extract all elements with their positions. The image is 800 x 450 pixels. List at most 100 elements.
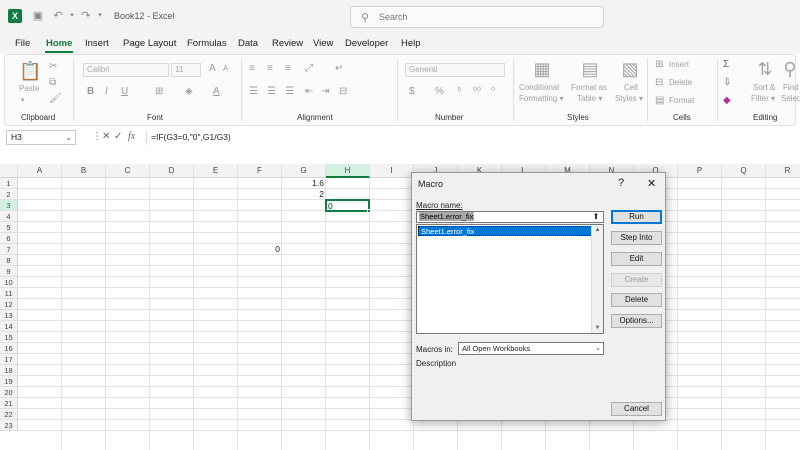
search-box[interactable]: ⚲ Search — [350, 6, 604, 28]
column-header-p[interactable]: P — [678, 164, 722, 178]
copy-icon[interactable]: ⧉ — [49, 77, 56, 89]
align-center-icon[interactable]: ☰ — [267, 86, 276, 98]
format-as-table-label-1[interactable]: Format as — [571, 83, 607, 93]
insert-cells-label[interactable]: Insert — [669, 60, 689, 70]
fill-handle[interactable] — [367, 209, 371, 213]
active-cell-h3[interactable]: 0 — [325, 199, 371, 213]
row-header-16[interactable]: 16 — [0, 343, 18, 354]
percent-icon[interactable]: % — [435, 86, 444, 98]
row-header-9[interactable]: 9 — [0, 266, 18, 277]
options-button[interactable]: Options... — [611, 314, 662, 328]
row-header-7[interactable]: 7 — [0, 244, 18, 255]
tab-review[interactable]: Review — [272, 38, 303, 49]
column-header-e[interactable]: E — [194, 164, 238, 178]
cell-g2[interactable]: 2 — [282, 189, 324, 200]
macros-in-select[interactable]: All Open Workbooks ⌄ — [458, 342, 604, 355]
format-as-table-icon[interactable]: ▤ — [579, 59, 601, 79]
decrease-decimal-icon[interactable]: ⁰ — [491, 86, 495, 98]
format-cells-icon[interactable]: ▤ — [655, 95, 664, 107]
redo-icon[interactable]: ↷ — [80, 10, 92, 22]
close-icon[interactable]: ✕ — [647, 177, 656, 190]
row-header-19[interactable]: 19 — [0, 376, 18, 387]
macro-name-input[interactable]: Sheet1.error_fix — [416, 211, 604, 223]
font-name-box[interactable]: Calibri — [83, 63, 169, 77]
paste-icon[interactable]: 📋 — [19, 61, 41, 81]
insert-cells-icon[interactable]: ⊞ — [655, 59, 663, 71]
italic-icon[interactable]: I — [105, 86, 108, 98]
paste-label[interactable]: Paste — [19, 84, 39, 94]
step-into-button[interactable]: Step Into — [611, 231, 662, 245]
cell-styles-label-2[interactable]: Styles ▾ — [615, 94, 643, 104]
tab-insert[interactable]: Insert — [85, 38, 109, 49]
delete-cells-label[interactable]: Delete — [669, 78, 692, 88]
format-painter-icon[interactable]: 🖌 — [49, 93, 62, 105]
tab-help[interactable]: Help — [401, 38, 421, 49]
more-options-icon[interactable]: ⋮ — [92, 131, 102, 142]
save-icon[interactable]: ▣ — [32, 10, 44, 22]
conditional-formatting-icon[interactable]: ▦ — [531, 59, 553, 79]
paste-dropdown-icon[interactable]: ▾ — [21, 95, 25, 107]
font-color-icon[interactable]: A — [213, 86, 220, 98]
scroll-down-icon[interactable]: ▼ — [592, 323, 603, 333]
orientation-icon[interactable]: ⤢ — [305, 63, 313, 75]
column-header-f[interactable]: F — [238, 164, 282, 178]
tab-page-layout[interactable]: Page Layout — [123, 38, 176, 49]
row-header-2[interactable]: 2 — [0, 189, 18, 200]
confirm-entry-icon[interactable]: ✓ — [114, 131, 122, 142]
align-left-icon[interactable]: ☰ — [249, 86, 258, 98]
worksheet-grid[interactable]: A B C D E F G H I J K L M N O P Q R 1 2 3 4 5 6 7 8 9 10 11 12 13 14 15 1… — [0, 164, 800, 450]
sort-filter-label-1[interactable]: Sort & — [753, 83, 775, 93]
decrease-indent-icon[interactable]: ⇤ — [305, 86, 313, 98]
format-as-table-label-2[interactable]: Table ▾ — [577, 94, 602, 104]
sort-filter-icon[interactable]: ⇅ — [755, 59, 775, 79]
help-icon[interactable]: ? — [618, 177, 624, 189]
row-header-22[interactable]: 22 — [0, 409, 18, 420]
tab-home[interactable]: Home — [46, 38, 72, 49]
increase-font-icon[interactable]: A — [209, 63, 216, 75]
run-button[interactable]: Run — [611, 210, 662, 224]
bold-icon[interactable]: B — [87, 86, 94, 98]
delete-cells-icon[interactable]: ⊟ — [655, 77, 663, 89]
row-header-21[interactable]: 21 — [0, 398, 18, 409]
row-header-15[interactable]: 15 — [0, 332, 18, 343]
autosum-icon[interactable]: Σ — [723, 59, 729, 71]
cut-icon[interactable]: ✂ — [49, 61, 57, 73]
column-header-q[interactable]: Q — [722, 164, 766, 178]
row-header-5[interactable]: 5 — [0, 222, 18, 233]
delete-button[interactable]: Delete — [611, 293, 662, 307]
comma-style-icon[interactable]: ⁹ — [457, 86, 461, 98]
row-header-20[interactable]: 20 — [0, 387, 18, 398]
font-size-box[interactable]: 11 — [171, 63, 201, 77]
tab-file[interactable]: File — [15, 38, 30, 49]
macro-list-item[interactable]: Sheet1.error_fix — [418, 226, 592, 236]
merge-center-icon[interactable]: ⊟ — [339, 86, 347, 98]
row-header-6[interactable]: 6 — [0, 233, 18, 244]
clear-icon[interactable]: ◆ — [723, 95, 731, 107]
column-header-a[interactable]: A — [18, 164, 62, 178]
row-header-4[interactable]: 4 — [0, 211, 18, 222]
tab-view[interactable]: View — [313, 38, 333, 49]
column-header-d[interactable]: D — [150, 164, 194, 178]
row-header-10[interactable]: 10 — [0, 277, 18, 288]
row-header-12[interactable]: 12 — [0, 299, 18, 310]
column-header-i[interactable]: I — [370, 164, 414, 178]
macro-list[interactable]: Sheet1.error_fix ▲ ▼ — [416, 224, 604, 334]
insert-function-icon[interactable]: fx — [128, 131, 135, 142]
undo-dropdown-icon[interactable]: ▾ — [66, 10, 78, 22]
name-box[interactable]: H3 ⌄ — [6, 130, 76, 145]
underline-icon[interactable]: U — [121, 86, 128, 98]
arrow-up-icon[interactable]: ⬆ — [590, 212, 602, 222]
format-cells-label[interactable]: Format — [669, 96, 694, 106]
tab-data[interactable]: Data — [238, 38, 258, 49]
edit-button[interactable]: Edit — [611, 252, 662, 266]
bottom-align-icon[interactable]: ≡ — [285, 63, 291, 75]
middle-align-icon[interactable]: ≡ — [267, 63, 273, 75]
fill-icon[interactable]: ⇩ — [723, 77, 731, 89]
increase-decimal-icon[interactable]: ⁰⁰ — [473, 86, 481, 98]
row-header-18[interactable]: 18 — [0, 365, 18, 376]
currency-icon[interactable]: $ — [409, 86, 415, 98]
chevron-down-icon[interactable]: ⌄ — [595, 343, 601, 354]
scroll-up-icon[interactable]: ▲ — [592, 225, 603, 235]
column-header-c[interactable]: C — [106, 164, 150, 178]
find-select-icon[interactable]: ⚲ — [783, 59, 797, 79]
